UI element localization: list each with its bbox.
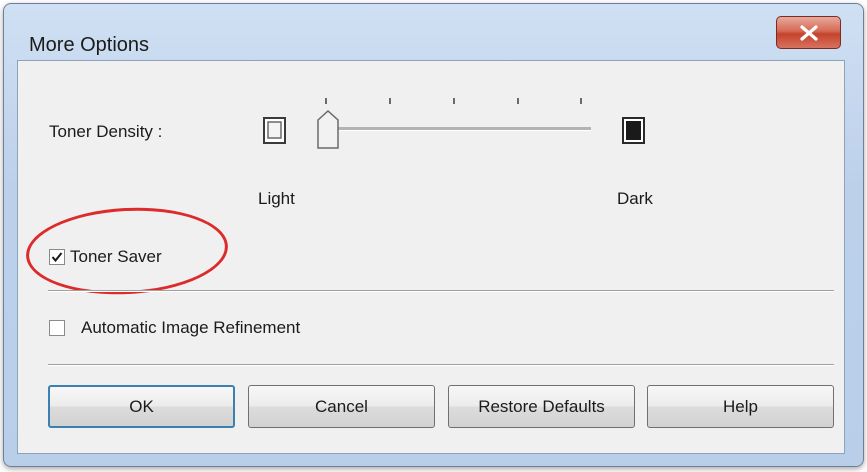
- automatic-image-refinement-checkbox[interactable]: [49, 320, 65, 336]
- toner-density-slider-thumb[interactable]: [316, 110, 340, 150]
- light-page-icon: [263, 117, 286, 144]
- restore-defaults-button[interactable]: Restore Defaults: [448, 385, 635, 428]
- slider-tick: [580, 98, 582, 104]
- toner-density-label: Toner Density :: [49, 122, 163, 141]
- slider-tick: [453, 98, 455, 104]
- separator-line: [48, 364, 834, 366]
- toner-density-slider-track[interactable]: [333, 127, 591, 131]
- slider-tick: [389, 98, 391, 104]
- help-button[interactable]: Help: [647, 385, 834, 428]
- window-title: More Options: [29, 34, 150, 56]
- close-button[interactable]: [776, 16, 841, 49]
- cancel-button[interactable]: Cancel: [248, 385, 435, 428]
- automatic-image-refinement-label: Automatic Image Refinement: [81, 318, 301, 337]
- slider-tick: [517, 98, 519, 104]
- ok-button[interactable]: OK: [48, 385, 235, 428]
- separator-line: [48, 290, 834, 292]
- dark-label: Dark: [617, 189, 653, 208]
- slider-tick: [325, 98, 327, 104]
- close-icon: [800, 25, 818, 41]
- light-label: Light: [258, 189, 295, 208]
- dark-page-icon: [622, 117, 645, 144]
